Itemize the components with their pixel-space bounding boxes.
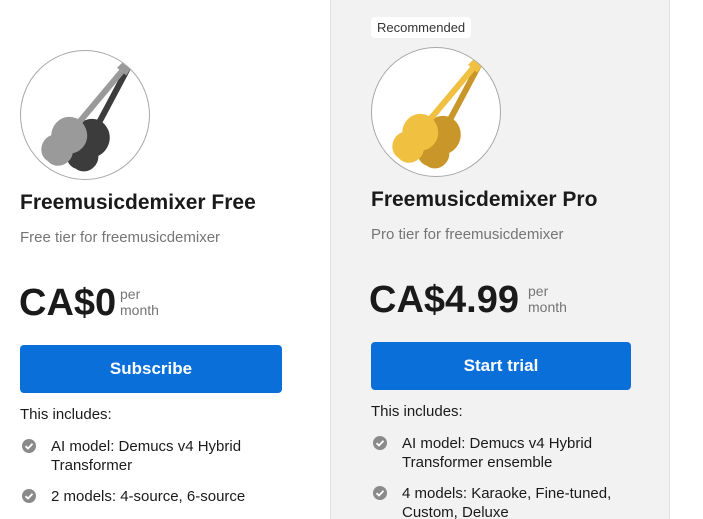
feature-list: AI model: Demucs v4 Hybrid Transformer 2… [20,437,320,518]
feature-text: 4 models: Karaoke, Fine-tuned, Custom, D… [402,485,612,519]
price-period: per month [528,283,567,315]
plan-title: Freemusicdemixer Pro [371,188,598,211]
feature-text: AI model: Demucs v4 Hybrid Transformer [51,438,242,474]
feature-item: 2 models: 4-source, 6-source [20,487,320,506]
check-circle-icon [373,436,387,450]
plan-price: CA$4.99 [369,279,519,321]
check-circle-icon [22,489,36,503]
price-period: per month [120,286,159,318]
price-per-label: per [120,286,141,302]
check-circle-icon [22,439,36,453]
feature-list: AI model: Demucs v4 Hybrid Transformer e… [371,434,661,519]
price-period-label: month [120,302,159,318]
feature-text: 2 models: 4-source, 6-source [51,488,246,505]
plan-card-free: Freemusicdemixer Free Free tier for free… [0,0,330,519]
plan-title: Freemusicdemixer Free [20,191,256,214]
price-per-label: per [528,283,549,299]
start-trial-button[interactable]: Start trial [371,342,631,390]
recommended-badge: Recommended [371,17,472,38]
guitars-gray-icon [41,51,142,172]
feature-item: AI model: Demucs v4 Hybrid Transformer e… [371,434,661,472]
includes-label: This includes: [20,406,112,423]
plan-image-free [20,50,150,180]
plan-description: Free tier for freemusicdemixer [20,229,221,246]
plan-image-pro [371,47,501,177]
subscribe-button[interactable]: Subscribe [20,345,282,393]
feature-item: AI model: Demucs v4 Hybrid Transformer [20,437,320,475]
feature-item: 4 models: Karaoke, Fine-tuned, Custom, D… [371,484,661,519]
price-period-label: month [528,299,567,315]
plan-description: Pro tier for freemusicdemixer [371,226,564,243]
includes-label: This includes: [371,403,463,420]
guitars-gold-icon [392,48,493,169]
plan-price: CA$0 [19,282,117,324]
plan-card-pro: Recommended Freemusicdemixer Pro Pro tie… [330,0,670,519]
check-circle-icon [373,486,387,500]
feature-text: AI model: Demucs v4 Hybrid Transformer e… [402,435,593,471]
